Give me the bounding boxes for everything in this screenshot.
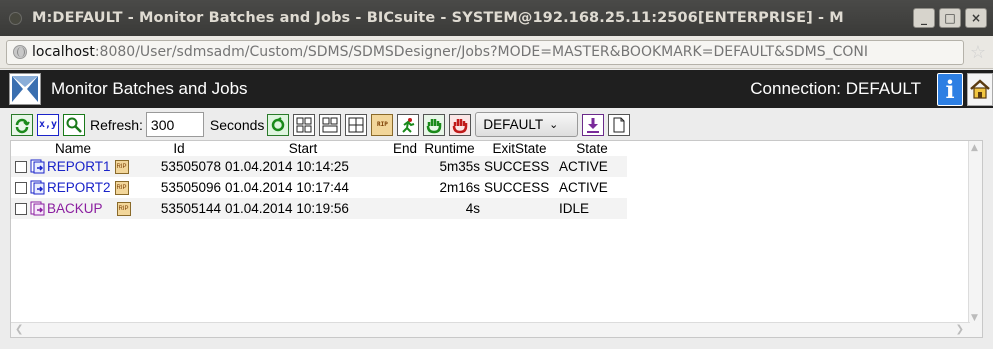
idle-job-icon bbox=[30, 201, 45, 216]
scroll-left-icon[interactable]: ❮ bbox=[15, 324, 23, 335]
collapse-all-icon[interactable] bbox=[319, 113, 342, 136]
column-header-name[interactable]: Name bbox=[11, 141, 135, 156]
column-header-state[interactable]: State bbox=[557, 141, 627, 156]
scroll-down-icon[interactable]: ▼ bbox=[971, 313, 978, 323]
table-row[interactable]: REPORT2 RIP 53505096 01.04.2014 10:17:44… bbox=[11, 177, 627, 198]
scroll-up-icon[interactable]: ▲ bbox=[971, 143, 978, 153]
window-titlebar: M:DEFAULT - Monitor Batches and Jobs - B… bbox=[0, 0, 993, 36]
bookmark-select-value: DEFAULT bbox=[483, 117, 544, 132]
table-row[interactable]: BACKUP RIP 53505144 01.04.2014 10:19:56 … bbox=[11, 198, 627, 219]
minimize-button[interactable]: _ bbox=[913, 8, 935, 28]
job-start: 01.04.2014 10:17:44 bbox=[223, 177, 383, 198]
job-exitstate bbox=[482, 198, 557, 219]
job-id: 53505078 bbox=[135, 156, 223, 177]
job-link[interactable]: BACKUP bbox=[47, 201, 103, 216]
url-host: localhost bbox=[32, 44, 95, 60]
vertical-scrollbar[interactable]: ▲ ▼ bbox=[968, 141, 982, 337]
rip-badge-icon: RIP bbox=[116, 201, 131, 216]
runner-icon[interactable] bbox=[397, 113, 420, 136]
window-controls: _ □ × bbox=[913, 8, 987, 28]
job-name-cell: BACKUP RIP bbox=[11, 198, 135, 219]
job-start: 01.04.2014 10:14:25 bbox=[223, 156, 383, 177]
job-exitstate: SUCCESS bbox=[482, 177, 557, 198]
refresh-label: Refresh: bbox=[90, 116, 143, 133]
chevron-down-icon: ⌄ bbox=[549, 119, 559, 131]
job-exitstate: SUCCESS bbox=[482, 156, 557, 177]
bicsuite-logo-icon bbox=[9, 73, 41, 105]
rip-badge-icon: RIP bbox=[114, 159, 129, 174]
window-title: M:DEFAULT - Monitor Batches and Jobs - B… bbox=[32, 10, 844, 26]
bookmark-star-icon[interactable]: ☆ bbox=[967, 42, 989, 63]
job-state: ACTIVE bbox=[557, 156, 627, 177]
rip-filter-icon[interactable]: RIP bbox=[371, 113, 394, 136]
xy-columns-icon[interactable]: x,y bbox=[37, 113, 59, 136]
toolbar: x,y Refresh: Seconds RIP DEFAULT ⌄ bbox=[0, 109, 993, 140]
job-end bbox=[383, 156, 417, 177]
window-menu-icon[interactable] bbox=[9, 11, 22, 25]
row-select-checkbox[interactable] bbox=[15, 202, 27, 215]
rip-badge-icon: RIP bbox=[114, 180, 129, 195]
connection-label: Connection: DEFAULT bbox=[750, 79, 921, 98]
job-runtime: 5m35s bbox=[417, 156, 482, 177]
batch-job-icon bbox=[30, 159, 45, 174]
jobs-table: Name Id Start End Runtime ExitState Stat… bbox=[11, 141, 627, 219]
horizontal-scrollbar[interactable]: ❮ ❯ bbox=[11, 322, 970, 337]
home-icon[interactable] bbox=[967, 72, 993, 106]
job-runtime: 2m16s bbox=[417, 177, 482, 198]
job-state: ACTIVE bbox=[557, 177, 627, 198]
expand-all-icon[interactable] bbox=[293, 113, 316, 136]
suspend-hand-icon[interactable] bbox=[449, 113, 472, 136]
new-document-icon[interactable] bbox=[608, 113, 631, 136]
job-state: IDLE bbox=[557, 198, 627, 219]
seconds-label: Seconds bbox=[209, 116, 265, 133]
grid-view-icon[interactable] bbox=[345, 113, 368, 136]
job-end bbox=[383, 177, 417, 198]
jobs-table-panel: Name Id Start End Runtime ExitState Stat… bbox=[10, 140, 983, 338]
close-button[interactable]: × bbox=[965, 8, 987, 28]
job-end bbox=[383, 198, 417, 219]
resume-hand-icon[interactable] bbox=[423, 113, 446, 136]
url-text[interactable]: localhost:8080/User/sdmsadm/Custom/SDMS/… bbox=[32, 44, 868, 60]
job-id: 53505096 bbox=[135, 177, 223, 198]
job-link[interactable]: REPORT2 bbox=[47, 180, 111, 195]
column-header-exitstate[interactable]: ExitState bbox=[482, 141, 557, 156]
job-link[interactable]: REPORT1 bbox=[47, 159, 111, 174]
batch-job-icon bbox=[30, 180, 45, 195]
job-name-cell: REPORT2 RIP bbox=[11, 177, 135, 198]
column-header-id[interactable]: Id bbox=[135, 141, 223, 156]
auto-refresh-icon[interactable] bbox=[267, 113, 290, 136]
app-header: Monitor Batches and Jobs Connection: DEF… bbox=[0, 70, 993, 108]
job-runtime: 4s bbox=[417, 198, 482, 219]
job-id: 53505144 bbox=[135, 198, 223, 219]
table-header-row: Name Id Start End Runtime ExitState Stat… bbox=[11, 141, 627, 156]
app-title: Monitor Batches and Jobs bbox=[51, 79, 248, 98]
table-row[interactable]: REPORT1 RIP 53505078 01.04.2014 10:14:25… bbox=[11, 156, 627, 177]
url-path: :8080/User/sdmsadm/Custom/SDMS/SDMSDesig… bbox=[94, 44, 869, 60]
search-icon[interactable] bbox=[63, 113, 85, 136]
browser-address-bar: localhost:8080/User/sdmsadm/Custom/SDMS/… bbox=[0, 36, 993, 69]
column-header-runtime[interactable]: Runtime bbox=[417, 141, 482, 156]
column-header-start[interactable]: Start bbox=[223, 141, 383, 156]
info-icon[interactable]: i bbox=[937, 72, 963, 106]
refresh-now-icon[interactable] bbox=[11, 113, 33, 136]
job-start: 01.04.2014 10:19:56 bbox=[223, 198, 383, 219]
globe-icon bbox=[13, 45, 27, 59]
column-header-end[interactable]: End bbox=[383, 141, 417, 156]
bookmark-select[interactable]: DEFAULT ⌄ bbox=[475, 112, 579, 137]
row-select-checkbox[interactable] bbox=[15, 160, 27, 173]
maximize-button[interactable]: □ bbox=[939, 8, 961, 28]
job-name-cell: REPORT1 RIP bbox=[11, 156, 135, 177]
scroll-right-icon[interactable]: ❯ bbox=[956, 324, 964, 335]
url-field[interactable]: localhost:8080/User/sdmsadm/Custom/SDMS/… bbox=[6, 39, 964, 65]
download-icon[interactable] bbox=[582, 113, 605, 136]
refresh-interval-input[interactable] bbox=[145, 112, 204, 137]
row-select-checkbox[interactable] bbox=[15, 181, 27, 194]
